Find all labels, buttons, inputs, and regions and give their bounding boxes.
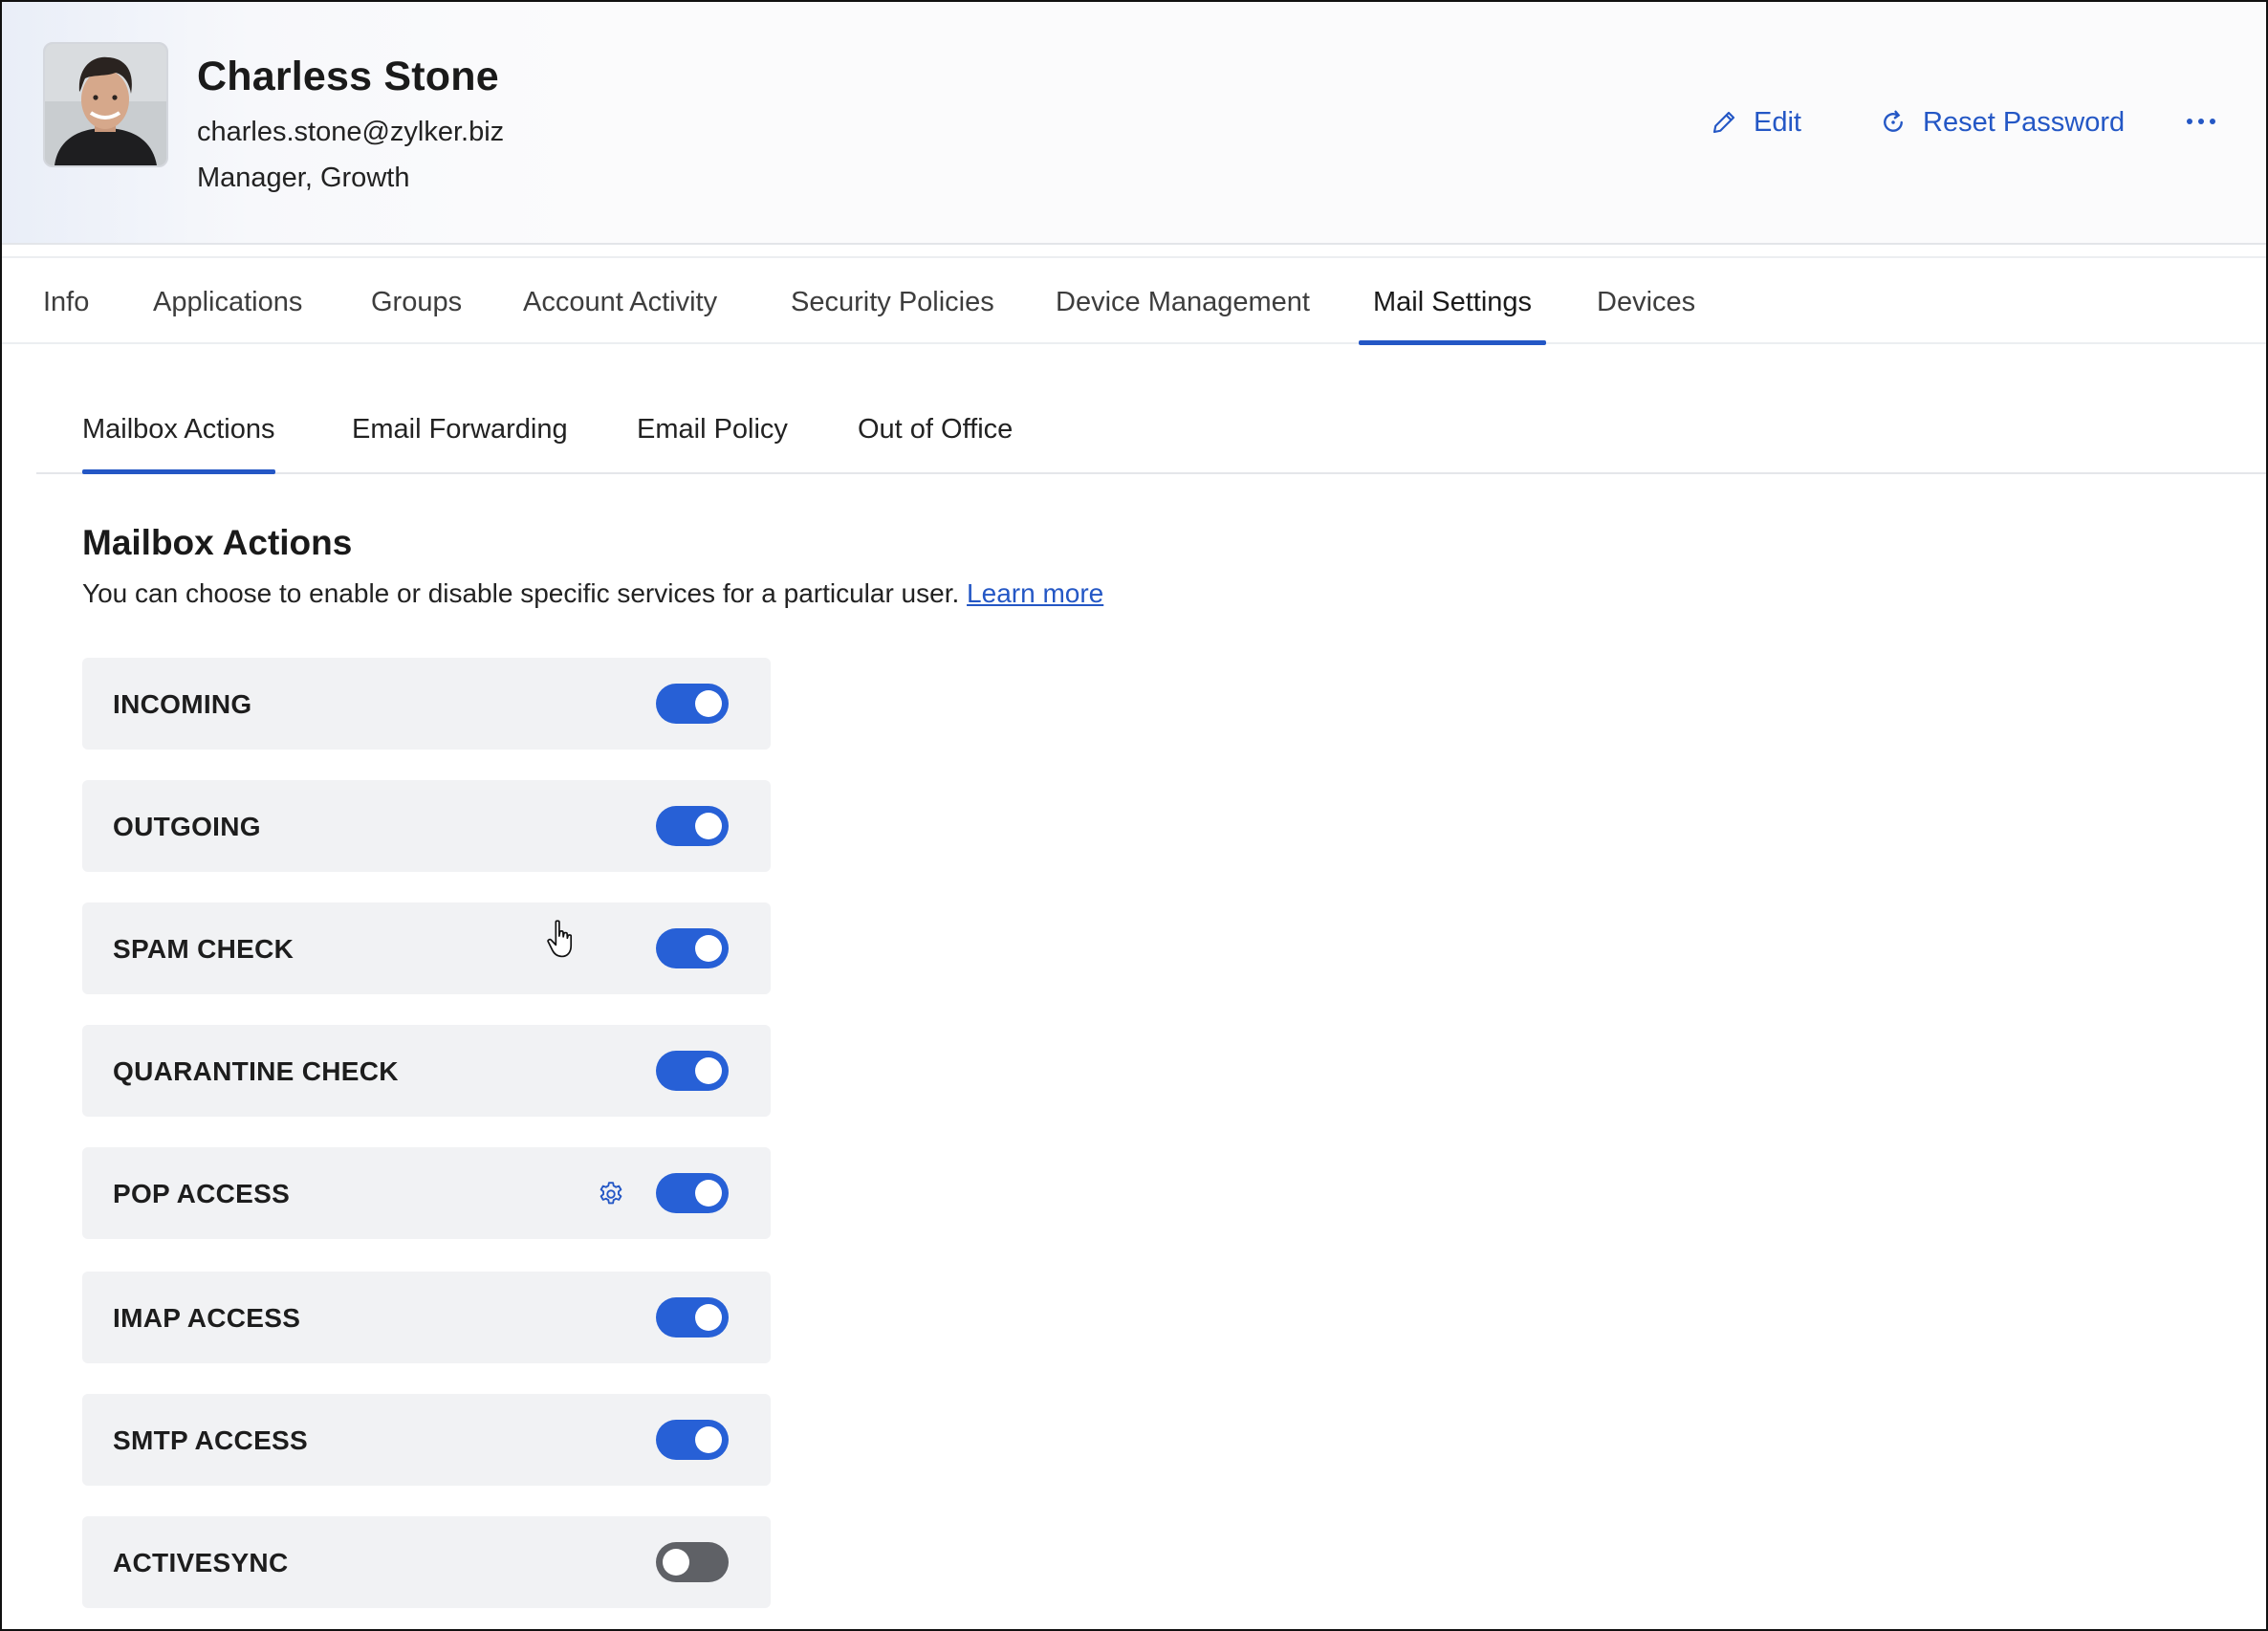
more-horizontal-icon	[2187, 119, 2192, 124]
imap-access-toggle[interactable]	[656, 1297, 729, 1337]
mail-settings-subtabs: Mailbox Actions Email Forwarding Email P…	[36, 382, 2266, 474]
pencil-icon	[1712, 111, 1735, 134]
option-row-imap-access: IMAP ACCESS	[82, 1272, 771, 1363]
toggle-knob	[695, 1304, 722, 1331]
edit-button[interactable]: Edit	[1710, 101, 1801, 143]
main-tabs: Info Applications Groups Account Activit…	[2, 256, 2266, 345]
avatar	[43, 42, 168, 167]
more-options-button[interactable]	[2182, 107, 2220, 136]
tab-mail-settings[interactable]: Mail Settings	[1358, 258, 1547, 345]
spam-check-toggle[interactable]	[656, 928, 729, 968]
toggle-knob	[695, 1180, 722, 1207]
subtab-out-of-office[interactable]: Out of Office	[858, 382, 1013, 472]
option-label: INCOMING	[113, 689, 252, 719]
app-window: Charless Stone charles.stone@zylker.biz …	[0, 0, 2268, 1631]
toggle-knob	[695, 935, 722, 962]
option-label: SMTP ACCESS	[113, 1425, 309, 1455]
section-description: You can choose to enable or disable spec…	[82, 578, 1103, 609]
toggle-knob	[663, 1549, 689, 1576]
reset-password-button[interactable]: Reset Password	[1879, 101, 2125, 143]
user-profile-header: Charless Stone charles.stone@zylker.biz …	[2, 2, 2266, 245]
tab-account-activity[interactable]: Account Activity	[523, 258, 717, 342]
option-row-outgoing: OUTGOING	[82, 780, 771, 872]
toggle-knob	[695, 813, 722, 839]
option-row-incoming: INCOMING	[82, 658, 771, 750]
outgoing-toggle[interactable]	[656, 806, 729, 846]
tab-devices[interactable]: Devices	[1597, 258, 1695, 342]
user-email: charles.stone@zylker.biz	[197, 117, 505, 147]
refresh-icon	[1884, 110, 1903, 132]
pop-access-toggle[interactable]	[656, 1173, 729, 1213]
tab-applications[interactable]: Applications	[153, 258, 302, 342]
subtab-email-forwarding[interactable]: Email Forwarding	[352, 382, 568, 472]
option-label: IMAP ACCESS	[113, 1303, 301, 1333]
quarantine-check-toggle[interactable]	[656, 1051, 729, 1091]
edit-label: Edit	[1754, 106, 1801, 138]
option-row-smtp-access: SMTP ACCESS	[82, 1394, 771, 1486]
description-text: You can choose to enable or disable spec…	[82, 578, 960, 608]
tab-device-management[interactable]: Device Management	[1056, 258, 1310, 342]
option-row-quarantine-check: QUARANTINE CHECK	[82, 1025, 771, 1117]
section-title: Mailbox Actions	[82, 523, 353, 562]
toggle-knob	[695, 690, 722, 717]
incoming-toggle[interactable]	[656, 684, 729, 724]
option-row-activesync: ACTIVESYNC	[82, 1516, 771, 1608]
option-row-spam-check: SPAM CHECK	[82, 902, 771, 994]
reset-password-label: Reset Password	[1923, 106, 2126, 138]
toggle-knob	[695, 1057, 722, 1084]
option-label: OUTGOING	[113, 812, 261, 841]
activesync-toggle[interactable]	[656, 1542, 729, 1582]
learn-more-link[interactable]: Learn more	[967, 578, 1103, 608]
option-row-pop-access: POP ACCESS	[82, 1147, 771, 1239]
tab-info[interactable]: Info	[43, 258, 89, 342]
option-label: SPAM CHECK	[113, 934, 294, 964]
tab-groups[interactable]: Groups	[371, 258, 462, 342]
option-label: ACTIVESYNC	[113, 1548, 289, 1577]
subtab-mailbox-actions[interactable]: Mailbox Actions	[82, 382, 275, 474]
option-label: POP ACCESS	[113, 1179, 291, 1208]
gear-icon[interactable]	[597, 1180, 625, 1208]
user-name: Charless Stone	[197, 54, 499, 99]
user-role: Manager, Growth	[197, 163, 410, 193]
subtab-email-policy[interactable]: Email Policy	[637, 382, 788, 472]
option-label: QUARANTINE CHECK	[113, 1056, 399, 1086]
smtp-access-toggle[interactable]	[656, 1420, 729, 1460]
tab-security-policies[interactable]: Security Policies	[791, 258, 994, 342]
hand-cursor-icon	[547, 920, 573, 958]
toggle-knob	[695, 1426, 722, 1453]
